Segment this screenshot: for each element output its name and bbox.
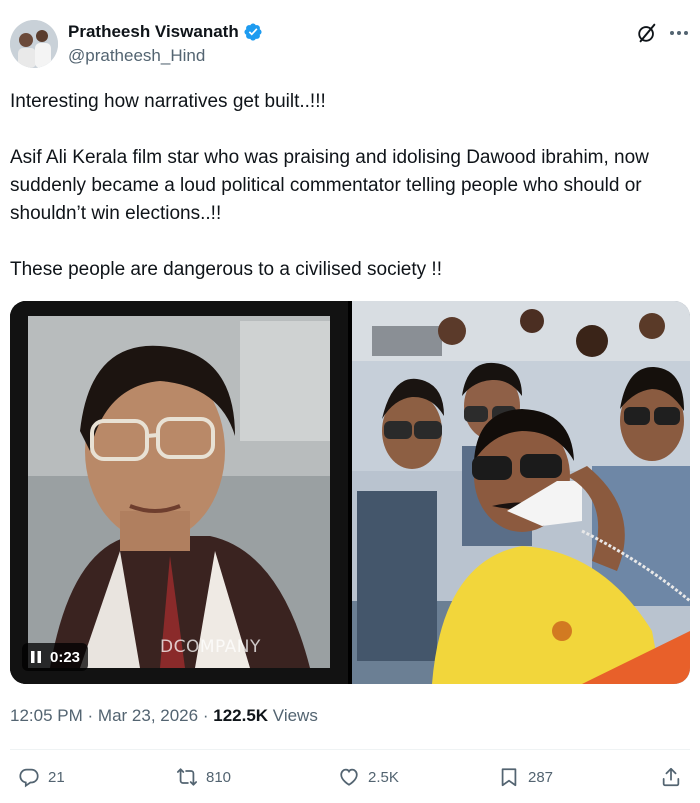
photo[interactable] [352, 301, 690, 684]
meta-separator: · [87, 706, 94, 725]
tweet-time[interactable]: 12:05 PM [10, 706, 83, 725]
pause-icon[interactable] [30, 650, 42, 664]
author-handle[interactable]: @pratheesh_Hind [68, 46, 205, 66]
repost-button[interactable]: 810 [176, 766, 231, 788]
video-watermark: DCOMPANY [160, 637, 261, 657]
bookmark-button[interactable]: 287 [498, 766, 553, 788]
like-count: 2.5K [368, 768, 399, 786]
reply-icon [19, 768, 39, 788]
tweet-meta: 12:05 PM · Mar 23, 2026 · 122.5K Views [10, 706, 318, 726]
tweet-header: Pratheesh Viswanath @pratheesh_Hind [0, 0, 700, 80]
like-icon [340, 768, 358, 786]
video-frame-image [10, 301, 348, 684]
tweet-paragraph: These people are dangerous to a civilise… [10, 259, 442, 280]
share-icon [662, 767, 680, 787]
verified-badge-icon[interactable] [243, 22, 263, 42]
video-player[interactable]: DCOMPANY 0:23 [10, 301, 348, 684]
more-icon[interactable] [666, 22, 692, 44]
share-button[interactable] [660, 766, 682, 788]
video-time-badge[interactable]: 0:23 [22, 643, 89, 671]
like-button[interactable]: 2.5K [338, 766, 399, 788]
reply-button[interactable]: 21 [18, 766, 65, 788]
avatar[interactable] [10, 20, 58, 68]
avatar-image [10, 20, 58, 68]
author-name-row: Pratheesh Viswanath [68, 22, 263, 42]
bookmark-icon [501, 768, 517, 787]
reply-count: 21 [48, 768, 65, 786]
views-label: Views [272, 706, 318, 725]
views-count: 122.5K [213, 706, 269, 725]
bookmark-count: 287 [528, 768, 554, 786]
tweet-paragraph: Interesting how narratives get built..!!… [10, 91, 326, 112]
repost-count: 810 [206, 768, 232, 786]
repost-icon [176, 768, 198, 786]
tweet-date[interactable]: Mar 23, 2026 [98, 706, 198, 725]
tweet-media: DCOMPANY 0:23 [10, 301, 690, 684]
meta-separator: · [202, 706, 209, 725]
divider [10, 749, 690, 750]
grok-icon[interactable] [636, 22, 658, 44]
action-bar: 21 810 2.5K 287 [0, 760, 700, 800]
tweet-text: Interesting how narratives get built..!!… [10, 88, 690, 284]
video-timestamp: 0:23 [50, 648, 81, 666]
author-display-name[interactable]: Pratheesh Viswanath [68, 22, 239, 42]
tweet-paragraph: Asif Ali Kerala film star who was praisi… [10, 147, 649, 224]
photo-image [352, 301, 690, 684]
